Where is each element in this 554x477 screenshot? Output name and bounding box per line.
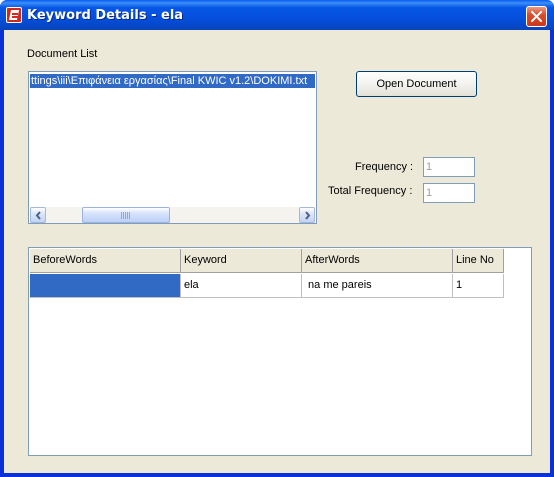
close-button[interactable] [526,6,547,27]
open-document-button[interactable]: Open Document [356,71,477,97]
arrow-left-icon [35,211,41,220]
document-list-item[interactable]: ttings\iii\Επιφάνεια εργασίας\Final KWIC… [30,74,315,88]
scrollbar-thumb[interactable] [82,207,170,223]
column-header-line-no[interactable]: Line No [453,249,504,273]
cell-afterwords[interactable]: na me pareis [302,274,453,298]
document-app-icon[interactable] [6,7,22,23]
dialog-client-area: Document List ttings\iii\Επιφάνεια εργασ… [4,30,550,473]
results-grid[interactable]: BeforeWords Keyword AfterWords Line No e… [28,247,532,456]
keyword-details-window: Keyword Details - ela Document List ttin… [0,0,554,477]
column-header-keyword[interactable]: Keyword [181,249,302,273]
title-bar[interactable]: Keyword Details - ela [0,0,554,30]
cell-beforewords[interactable] [30,274,181,298]
document-listbox[interactable]: ttings\iii\Επιφάνεια εργασίας\Final KWIC… [28,71,317,224]
horizontal-scrollbar[interactable] [30,207,315,223]
column-header-beforewords[interactable]: BeforeWords [30,249,181,273]
window-bottom-border [0,473,554,477]
total-frequency-field[interactable]: 1 [423,183,475,203]
scroll-right-button[interactable] [299,207,315,223]
frequency-label: Frequency : [355,161,414,173]
window-title: Keyword Details - ela [27,8,184,23]
cell-keyword[interactable]: ela [181,274,302,298]
column-header-afterwords[interactable]: AfterWords [302,249,453,273]
total-frequency-label: Total Frequency : [328,185,413,197]
cell-line-no[interactable]: 1 [453,274,504,298]
thumb-grip [121,212,130,219]
frequency-field[interactable]: 1 [423,157,475,177]
close-icon [531,11,542,22]
document-list-label: Document List [27,48,98,60]
arrow-right-icon [305,211,311,220]
scroll-left-button[interactable] [30,207,46,223]
